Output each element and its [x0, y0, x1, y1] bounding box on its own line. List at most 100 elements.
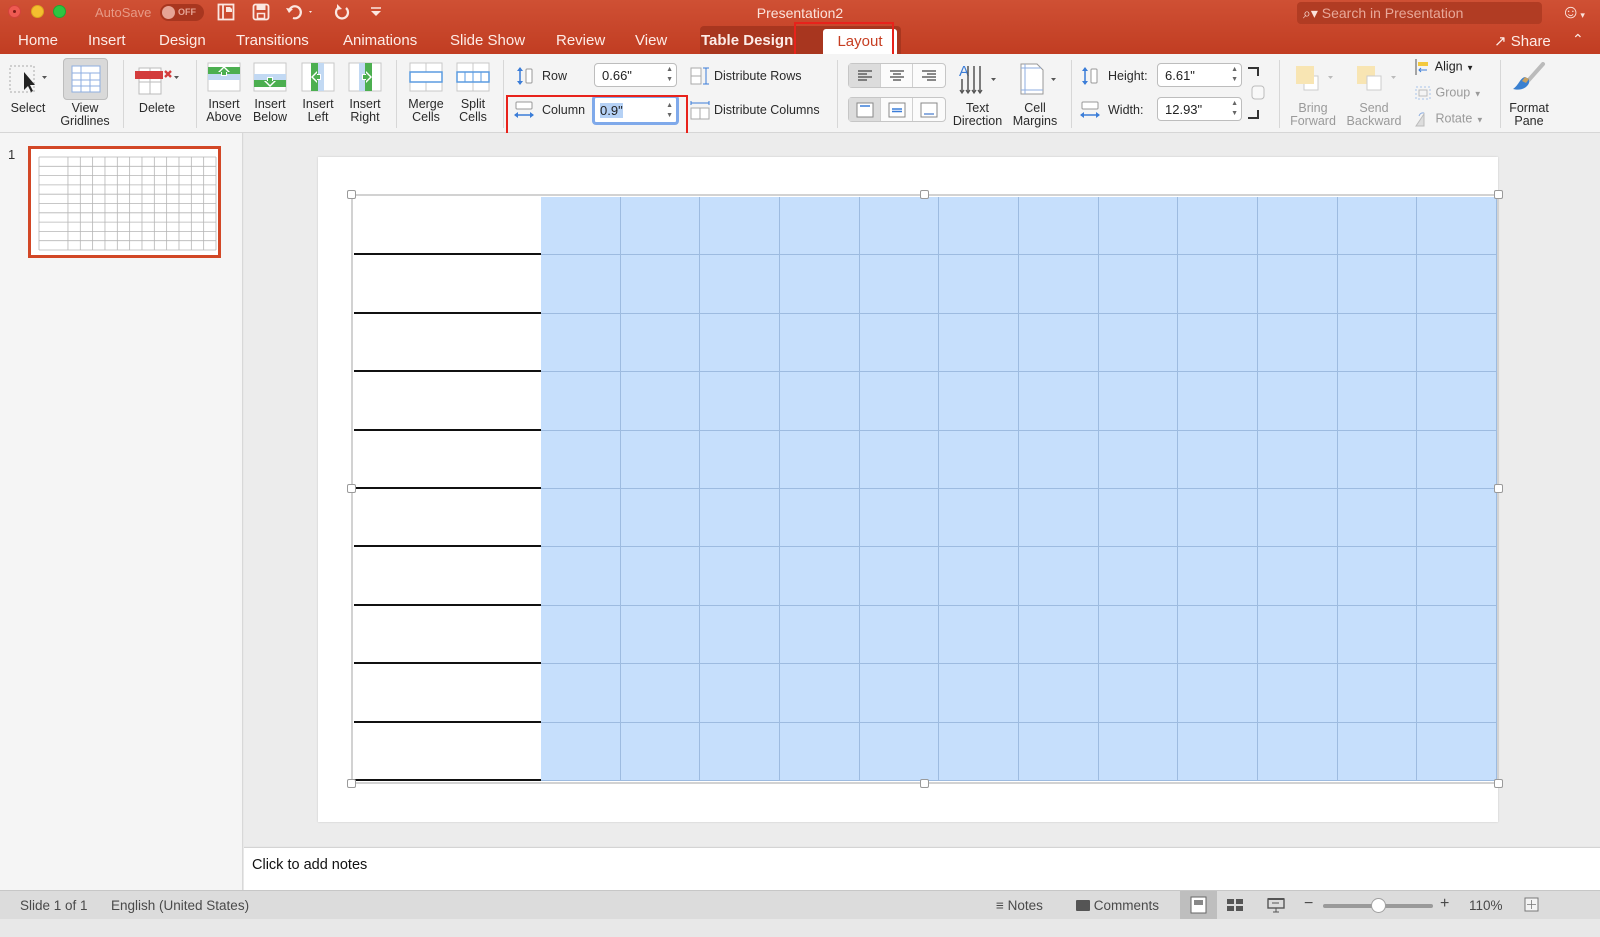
notes-toggle-button[interactable]: ≡ Notes [996, 898, 1043, 913]
table-cell-selected[interactable] [700, 664, 780, 723]
table-cell-selected[interactable] [541, 430, 621, 489]
table-cell-selected[interactable] [939, 430, 1019, 489]
table-cell-selected[interactable] [939, 722, 1019, 781]
align-middle-button[interactable] [881, 98, 913, 121]
resize-handle-top-left[interactable] [347, 190, 356, 199]
resize-handle-top-right[interactable] [1494, 190, 1503, 199]
table-cell-selected[interactable] [780, 605, 860, 665]
lock-aspect-ratio-icon[interactable] [1246, 66, 1266, 124]
redo-icon[interactable] [333, 3, 351, 26]
table-cell-selected[interactable] [1337, 255, 1418, 314]
table-cell[interactable] [354, 489, 541, 548]
table-cell-selected[interactable] [620, 372, 701, 431]
table-cell-selected[interactable] [1178, 489, 1258, 548]
table-cell-selected[interactable] [541, 313, 621, 373]
table-cell-selected[interactable] [1337, 197, 1418, 256]
table-cell[interactable] [354, 664, 541, 723]
row-height-input[interactable]: 0.66" ▲ ▼ [594, 63, 677, 87]
table-cell-selected[interactable] [620, 430, 701, 489]
table-cell-selected[interactable] [1417, 722, 1497, 781]
tab-view[interactable]: View [635, 32, 667, 49]
table-cell-selected[interactable] [1178, 197, 1258, 256]
table-cell-selected[interactable] [1258, 197, 1338, 256]
table-cell-selected[interactable] [1098, 605, 1179, 665]
tab-animations[interactable]: Animations [343, 32, 417, 49]
table-cell-selected[interactable] [1417, 664, 1497, 723]
table-cell-selected[interactable] [620, 664, 701, 723]
table-cell-selected[interactable] [1178, 547, 1258, 606]
table-cell-selected[interactable] [1417, 547, 1497, 606]
table-cell-selected[interactable] [1258, 722, 1338, 781]
split-cells-button[interactable]: Split Cells [453, 62, 493, 124]
table-cell-selected[interactable] [620, 197, 701, 256]
rotate-button[interactable]: Rotate ▼ [1414, 110, 1484, 128]
table-cell-selected[interactable] [700, 197, 780, 256]
table-cell-selected[interactable] [780, 255, 860, 314]
table-cell-selected[interactable] [700, 372, 780, 431]
autosave-toggle[interactable]: OFF [160, 4, 204, 21]
row-height-stepper[interactable]: ▲ ▼ [666, 65, 673, 85]
tab-table-design[interactable]: Table Design [701, 32, 793, 49]
insert-above-button[interactable]: Insert Above [204, 62, 244, 124]
group-button[interactable]: Group ▼ [1414, 84, 1482, 102]
table-cell-selected[interactable] [1178, 255, 1258, 314]
table-cell-selected[interactable] [1019, 255, 1099, 314]
table-cell-selected[interactable] [1337, 313, 1418, 373]
bring-forward-button[interactable]: Bring Forward [1287, 62, 1339, 128]
merge-cells-button[interactable]: Merge Cells [406, 62, 446, 124]
table-cell-selected[interactable] [1417, 372, 1497, 431]
table-cell-selected[interactable] [1337, 489, 1418, 548]
table-cell-selected[interactable] [700, 255, 780, 314]
table-cell-selected[interactable] [859, 547, 940, 606]
table-cell-selected[interactable] [859, 664, 940, 723]
presenter-view-icon[interactable] [1267, 897, 1285, 913]
table-cell-selected[interactable] [1098, 547, 1179, 606]
table-cell-selected[interactable] [541, 547, 621, 606]
send-backward-button[interactable]: Send Backward [1344, 62, 1404, 128]
fit-to-window-icon[interactable] [1524, 897, 1539, 912]
table-cell-selected[interactable] [1178, 313, 1258, 373]
tab-insert[interactable]: Insert [88, 32, 126, 49]
table-cell-selected[interactable] [859, 489, 940, 548]
table-cell-selected[interactable] [939, 664, 1019, 723]
tab-slide-show[interactable]: Slide Show [450, 32, 525, 49]
table-cell-selected[interactable] [1417, 313, 1497, 373]
table-cell-selected[interactable] [1417, 255, 1497, 314]
table-cell-selected[interactable] [780, 547, 860, 606]
language-indicator[interactable]: English (United States) [111, 898, 249, 913]
table-cell-selected[interactable] [700, 722, 780, 781]
table-cell-selected[interactable] [1178, 605, 1258, 665]
feedback-smiley-icon[interactable]: ☺▾ [1561, 2, 1585, 24]
table-cell-selected[interactable] [859, 255, 940, 314]
table-cell[interactable] [354, 313, 541, 373]
table-width-input[interactable]: 12.93" ▲ ▼ [1157, 97, 1242, 121]
resize-handle-right[interactable] [1494, 484, 1503, 493]
table-cell-selected[interactable] [1098, 313, 1179, 373]
table-cell-selected[interactable] [700, 313, 780, 373]
table-cell-selected[interactable] [939, 605, 1019, 665]
table-cell-selected[interactable] [1337, 605, 1418, 665]
table-cell-selected[interactable] [1258, 664, 1338, 723]
table-cell-selected[interactable] [780, 197, 860, 256]
collapse-ribbon-icon[interactable]: ⌃ [1572, 31, 1584, 48]
tab-transitions[interactable]: Transitions [236, 32, 309, 49]
table-cell-selected[interactable] [541, 489, 621, 548]
table-cell-selected[interactable] [1098, 489, 1179, 548]
sidebar-toggle-icon[interactable] [217, 3, 235, 26]
zoom-slider-handle[interactable] [1371, 898, 1386, 913]
table-cell-selected[interactable] [939, 372, 1019, 431]
table-cell-selected[interactable] [939, 255, 1019, 314]
table-cell-selected[interactable] [780, 664, 860, 723]
align-center-button[interactable] [881, 64, 913, 87]
table-cell-selected[interactable] [620, 722, 701, 781]
column-width-stepper[interactable]: ▲ ▼ [666, 101, 673, 121]
table-cell-selected[interactable] [1258, 430, 1338, 489]
table-cell-selected[interactable] [1258, 489, 1338, 548]
table-cell-selected[interactable] [780, 489, 860, 548]
undo-icon[interactable] [285, 3, 315, 26]
table-cell-selected[interactable] [1019, 197, 1099, 256]
minimize-window-button[interactable] [31, 5, 44, 18]
text-direction-button[interactable]: A Text Direction [950, 62, 1005, 128]
table-cell-selected[interactable] [1019, 372, 1099, 431]
table-cell-selected[interactable] [780, 372, 860, 431]
